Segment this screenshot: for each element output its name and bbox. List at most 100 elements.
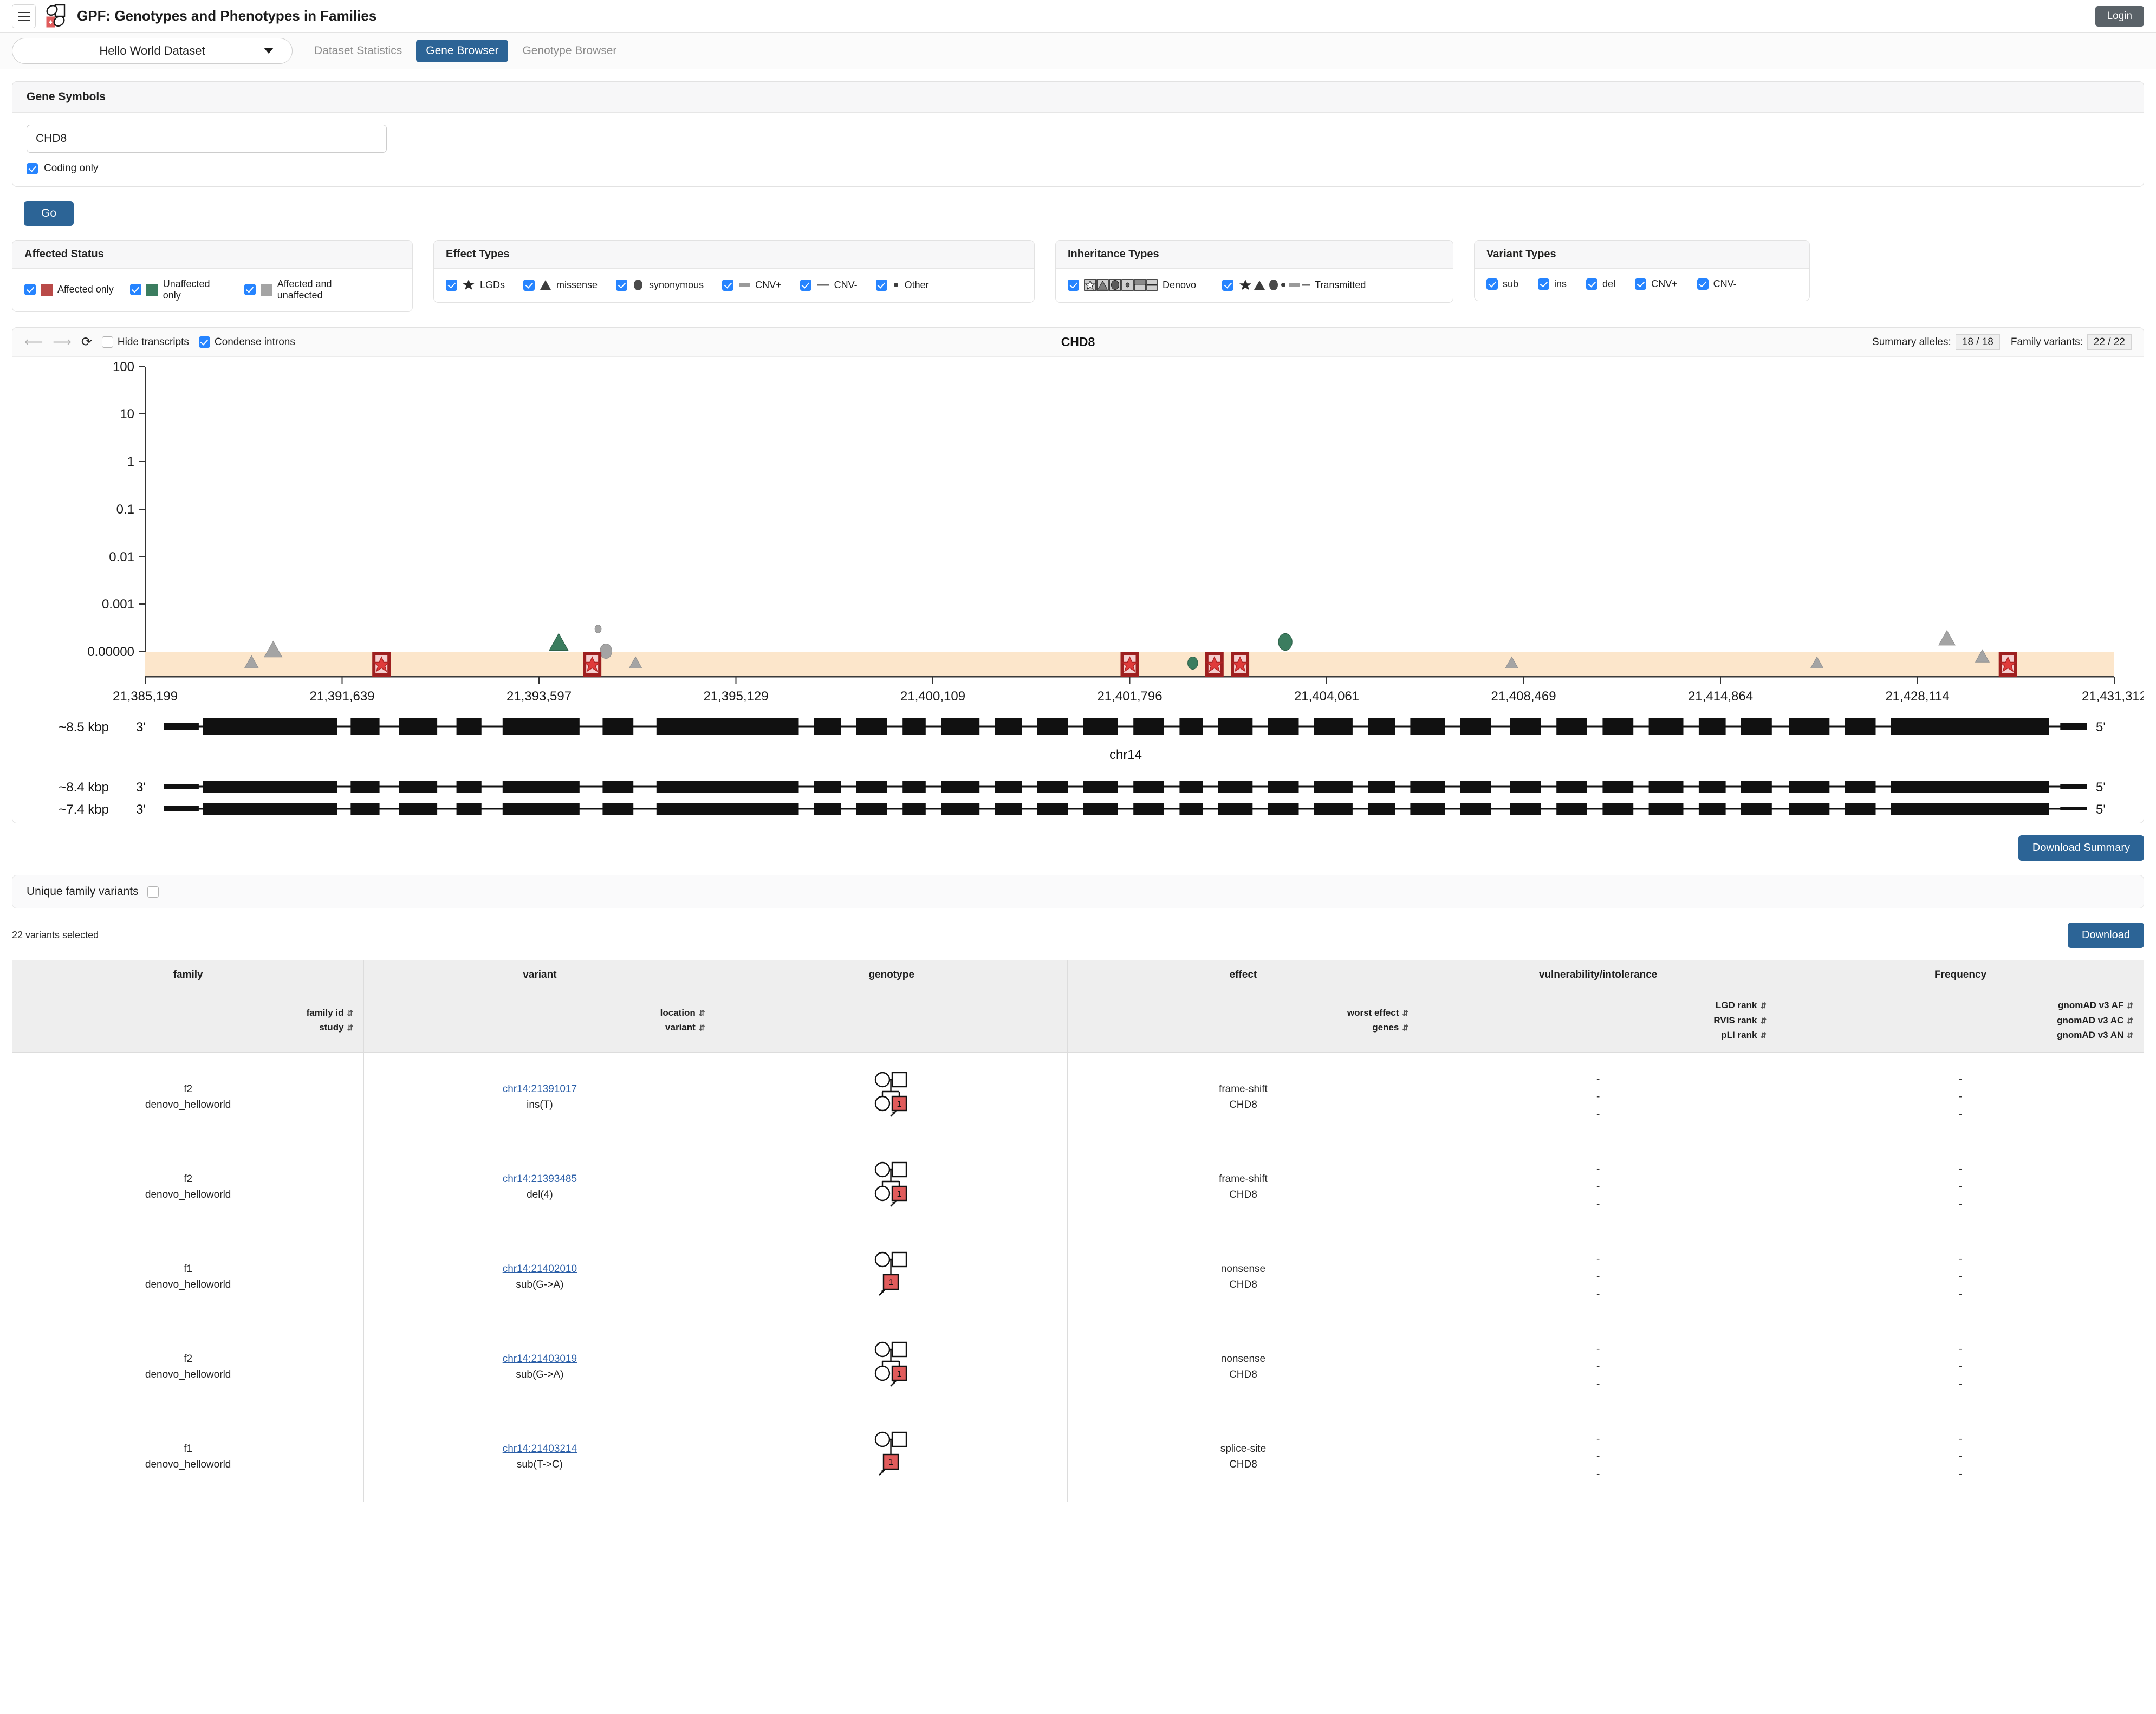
sort-study[interactable]: study ⇵ xyxy=(12,1020,353,1035)
effect-type-option-lgds[interactable]: LGDs xyxy=(446,278,505,291)
sort-rvis-rank[interactable]: RVIS rank ⇵ xyxy=(1419,1013,1767,1028)
scatter-point[interactable] xyxy=(1938,630,1956,646)
transcript-track[interactable]: ~8.5 kbp 3' 5' xyxy=(59,718,2106,735)
sort-genes[interactable]: genes ⇵ xyxy=(1068,1020,1408,1035)
transcript-tracks[interactable]: ~8.5 kbp 3' 5' chr14 ~8.4 kbp 3' 5' ~7.4 kbp 3' 5… xyxy=(12,709,2144,823)
variant-type-option-del[interactable]: del xyxy=(1586,278,1615,290)
affected-status-option-affected-and-unaffected[interactable]: Affected and unaffected xyxy=(244,278,342,301)
tab-dataset-statistics[interactable]: Dataset Statistics xyxy=(304,40,412,62)
effect-type-option-cnv-plus[interactable]: CNV+ xyxy=(722,279,782,291)
download-summary-button[interactable]: Download Summary xyxy=(2018,835,2144,861)
effect-type-option-missense[interactable]: missense xyxy=(523,279,598,291)
scatter-point[interactable] xyxy=(594,625,602,634)
unique-family-variants-checkbox[interactable] xyxy=(147,886,159,898)
denovo-marker[interactable] xyxy=(1205,652,1224,677)
transcript-track[interactable]: ~8.4 kbp 3' 5' xyxy=(59,780,2106,795)
coding-only-checkbox[interactable] xyxy=(27,163,38,174)
checkbox-sub[interactable] xyxy=(1486,278,1498,290)
sort-worst-effect[interactable]: worst effect ⇵ xyxy=(1068,1005,1408,1020)
denovo-marker[interactable] xyxy=(1231,652,1250,677)
gene-symbols-input[interactable] xyxy=(27,125,387,153)
checkbox-missense[interactable] xyxy=(523,279,535,291)
sort-gnomad-af[interactable]: gnomAD v3 AF ⇵ xyxy=(1777,998,2133,1012)
sort-pli-rank[interactable]: pLI rank ⇵ xyxy=(1419,1028,1767,1042)
menu-icon[interactable] xyxy=(12,4,36,28)
pedigree-icon[interactable]: 1 xyxy=(874,1341,909,1393)
sort-lgd-rank[interactable]: LGD rank ⇵ xyxy=(1419,998,1767,1012)
refresh-icon[interactable]: ⟳ xyxy=(81,335,92,349)
checkbox-ins[interactable] xyxy=(1538,278,1550,290)
scatter-point[interactable] xyxy=(1187,657,1198,670)
condense-introns-checkbox[interactable] xyxy=(198,336,210,348)
checkbox-affected-only[interactable] xyxy=(24,284,36,296)
variant-type-option-cnv-minus[interactable]: CNV- xyxy=(1697,278,1737,290)
checkbox-cnv-plus[interactable] xyxy=(722,279,734,291)
transcript-track[interactable]: ~7.4 kbp 3' 5' xyxy=(59,802,2106,817)
variant-type-option-sub[interactable]: sub xyxy=(1486,278,1518,290)
allele-frequency-scatter-plot[interactable]: genome_gnomad_v3_af_percentDenovo1001010… xyxy=(12,357,2144,709)
checkbox-synonymous[interactable] xyxy=(616,279,628,291)
tab-genotype-browser[interactable]: Genotype Browser xyxy=(512,40,626,62)
checkbox-transmitted[interactable] xyxy=(1222,279,1234,291)
coding-only-row[interactable]: Coding only xyxy=(27,163,2129,174)
effect-type-option-other[interactable]: Other xyxy=(875,279,929,291)
table-row[interactable]: f2 denovo_helloworld chr14:21393485 del(4) 1… xyxy=(11,1141,2144,1232)
download-button[interactable]: Download xyxy=(2068,923,2144,949)
tab-gene-browser[interactable]: Gene Browser xyxy=(416,39,509,62)
pedigree-icon[interactable]: 1 xyxy=(874,1251,909,1303)
scatter-point[interactable] xyxy=(264,640,283,658)
go-button[interactable]: Go xyxy=(24,201,74,226)
denovo-marker[interactable] xyxy=(1998,652,2017,677)
inheritance-option-transmitted[interactable]: Transmitted xyxy=(1222,278,1366,291)
table-row[interactable]: f2 denovo_helloworld chr14:21403019 sub(G->… xyxy=(11,1321,2144,1412)
table-row[interactable]: f1 denovo_helloworld chr14:21403214 sub(T->… xyxy=(11,1411,2144,1502)
pedigree-icon[interactable]: 1 xyxy=(874,1071,909,1123)
affected-status-option-unaffected-only[interactable]: Unaffected only xyxy=(129,278,228,301)
sort-gnomad-an[interactable]: gnomAD v3 AN ⇵ xyxy=(1777,1028,2133,1042)
scatter-point[interactable] xyxy=(600,644,613,659)
table-row[interactable]: f2 denovo_helloworld chr14:21391017 ins(T) 1… xyxy=(11,1051,2144,1142)
variant-location-link[interactable]: chr14:21393485 xyxy=(503,1173,577,1185)
checkbox-cnv-minus[interactable] xyxy=(800,279,811,291)
cell-genotype[interactable]: 1 xyxy=(715,1231,1068,1322)
sort-location[interactable]: location ⇵ xyxy=(364,1005,705,1020)
checkbox-unaffected-only[interactable] xyxy=(129,284,141,296)
sort-family-id[interactable]: family id ⇵ xyxy=(12,1005,354,1020)
scatter-point[interactable] xyxy=(549,633,569,651)
denovo-marker[interactable] xyxy=(1120,652,1139,677)
hide-transcripts-checkbox[interactable] xyxy=(101,336,113,348)
table-row[interactable]: f1 denovo_helloworld chr14:21402010 sub(G->… xyxy=(11,1231,2144,1322)
variant-type-option-ins[interactable]: ins xyxy=(1538,278,1567,290)
scatter-point[interactable] xyxy=(1278,633,1293,651)
cell-genotype[interactable]: 1 xyxy=(715,1141,1068,1232)
inheritance-option-denovo[interactable]: Denovo xyxy=(1068,278,1196,291)
pedigree-icon[interactable]: 1 xyxy=(874,1161,909,1213)
pedigree-icon[interactable]: 1 xyxy=(874,1431,909,1483)
login-button[interactable]: Login xyxy=(2095,6,2144,27)
effect-type-option-synonymous[interactable]: synonymous xyxy=(616,278,704,291)
denovo-marker[interactable] xyxy=(372,652,391,677)
variant-location-link[interactable]: chr14:21402010 xyxy=(503,1263,577,1275)
affected-status-option-affected-only[interactable]: Affected only xyxy=(24,283,114,296)
cell-genotype[interactable]: 1 xyxy=(715,1411,1068,1502)
checkbox-other[interactable] xyxy=(875,279,887,291)
checkbox-affected-and-unaffected[interactable] xyxy=(244,284,256,296)
variant-location-link[interactable]: chr14:21391017 xyxy=(503,1083,577,1095)
variant-location-link[interactable]: chr14:21403019 xyxy=(503,1353,577,1365)
effect-type-option-cnv-minus[interactable]: CNV- xyxy=(800,279,858,291)
hide-transcripts-row[interactable]: Hide transcripts xyxy=(101,336,189,348)
denovo-marker[interactable] xyxy=(583,652,602,677)
sort-gnomad-ac[interactable]: gnomAD v3 AC ⇵ xyxy=(1777,1013,2133,1028)
variant-location-link[interactable]: chr14:21403214 xyxy=(503,1443,577,1455)
checkbox-variant-cnv-plus[interactable] xyxy=(1635,278,1647,290)
cell-genotype[interactable]: 1 xyxy=(715,1321,1068,1412)
dataset-select[interactable]: Hello World Dataset xyxy=(12,37,293,64)
variant-type-option-cnv-plus[interactable]: CNV+ xyxy=(1635,278,1678,290)
checkbox-del[interactable] xyxy=(1586,278,1598,290)
checkbox-denovo[interactable] xyxy=(1068,279,1079,291)
checkbox-lgds[interactable] xyxy=(446,279,457,291)
cell-genotype[interactable]: 1 xyxy=(715,1051,1068,1142)
checkbox-variant-cnv-minus[interactable] xyxy=(1697,278,1709,290)
arrow-right-icon[interactable]: ⟶ xyxy=(53,335,71,349)
sort-variant[interactable]: variant ⇵ xyxy=(364,1020,705,1035)
